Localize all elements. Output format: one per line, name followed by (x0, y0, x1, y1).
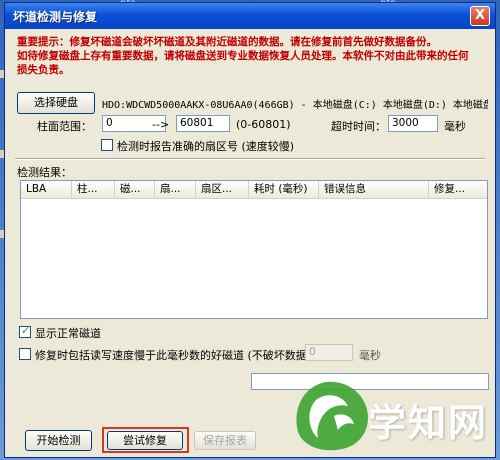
background-edge (0, 70, 4, 78)
background-edge (0, 150, 4, 158)
title-bar[interactable]: 坏道检测与修复 X (5, 3, 495, 29)
timeout-input[interactable]: 3000 (388, 115, 438, 132)
results-table-header: LBA 柱... 磁... 扇... 扇区... 耗时 (毫秒) 错误信息 修复… (21, 181, 487, 199)
column-sector[interactable]: 扇... (155, 181, 196, 198)
repair-slow-input[interactable]: 0 (305, 344, 353, 361)
close-button[interactable]: X (470, 6, 490, 26)
select-disk-button[interactable]: 选择硬盘 (17, 92, 95, 114)
repair-button-highlight (102, 427, 189, 453)
disk-info-text: HDO:WDCWD5000AAKX-08U6AA0(466GB) - 本地磁盘(… (102, 100, 488, 111)
show-normal-checkbox[interactable] (19, 324, 31, 338)
cylinder-range-hint: (0-60801) (236, 118, 291, 131)
results-table[interactable]: LBA 柱... 磁... 扇... 扇区... 耗时 (毫秒) 错误信息 修复… (20, 180, 488, 319)
repair-slow-label: 修复时包括读写速度慢于此毫秒数的好磁道 (不破坏数据)： (35, 349, 323, 362)
timeout-unit: 毫秒 (444, 120, 466, 133)
warning-line-3: 损失负责。 (17, 64, 70, 76)
show-normal-label: 显示正常磁道 (35, 327, 101, 340)
save-report-button[interactable]: 保存报表 (194, 431, 256, 450)
warning-line-2: 如待修复磁盘上存有重要数据，请将磁盘送到专业数据恢复人员处理。本软件不对由此带来… (17, 50, 469, 62)
cylinder-range-label: 柱面范围： (37, 120, 92, 133)
warning-line-1: 重要提示：修复坏磁道会破坏坏磁道及其附近磁道的数据。请在修复前首先做好数据备份。 (17, 36, 437, 48)
timeout-label: 超时时间： (331, 120, 386, 133)
column-sector-count[interactable]: 扇区... (196, 181, 249, 198)
window-title: 坏道检测与修复 (13, 10, 98, 24)
repair-slow-checkbox[interactable] (19, 348, 31, 360)
accurate-sector-checkbox[interactable] (101, 139, 113, 151)
divider (15, 158, 485, 160)
start-scan-button[interactable]: 开始检测 (25, 430, 92, 451)
column-elapsed[interactable]: 耗时 (毫秒) (249, 181, 319, 198)
column-repair[interactable]: 修复... (429, 181, 487, 198)
column-head[interactable]: 磁... (115, 181, 155, 198)
watermark-text: 学知网 (368, 401, 489, 445)
warning-notice: 重要提示：修复坏磁道会破坏坏磁道及其附近磁道的数据。请在修复前首先做好数据备份。… (17, 35, 487, 77)
column-cylinder[interactable]: 柱... (72, 181, 115, 198)
accurate-sector-label: 检测时报告准确的扇区号 (速度较慢) (117, 140, 295, 153)
column-error[interactable]: 错误信息 (319, 181, 429, 198)
column-lba[interactable]: LBA (21, 181, 72, 198)
results-label: 检测结果： (17, 166, 72, 179)
range-arrow: --> (152, 118, 170, 131)
cylinder-end-input[interactable]: 60801 (176, 115, 230, 132)
repair-slow-unit: 毫秒 (359, 349, 381, 362)
background-edge (0, 230, 4, 238)
